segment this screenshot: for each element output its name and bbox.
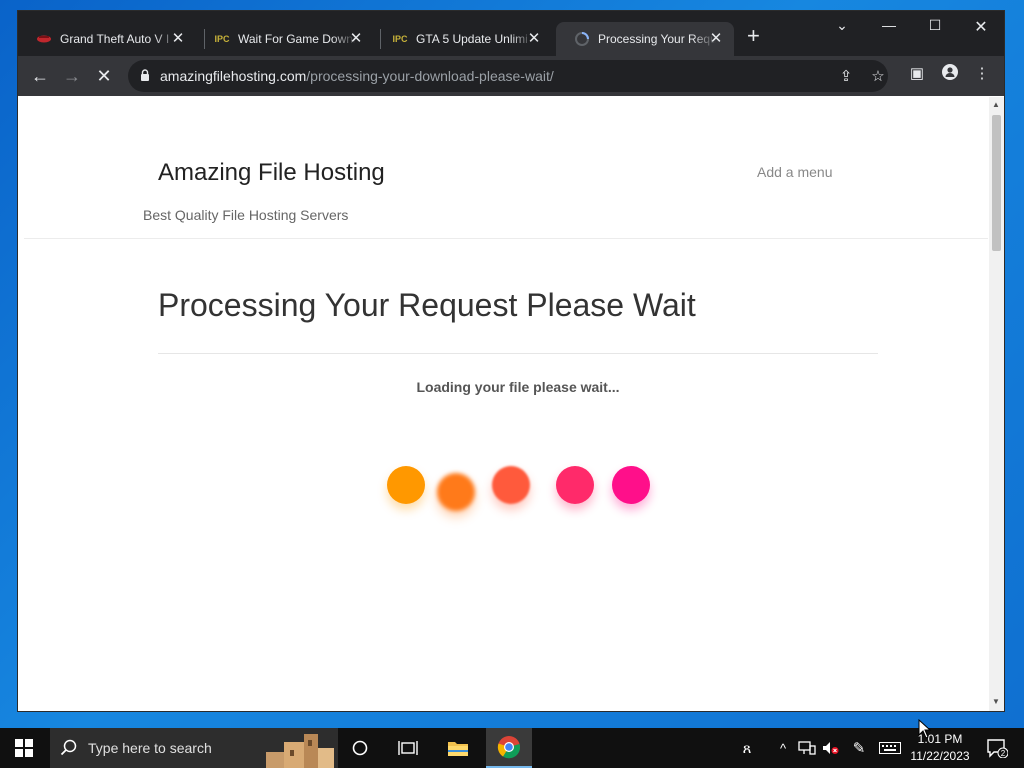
pen-workspace-icon[interactable]: ✎ [848, 728, 870, 768]
url-host: amazingfilehosting.com [160, 68, 307, 84]
maximize-button[interactable]: ☐ [912, 17, 958, 34]
profile-icon[interactable] [938, 64, 962, 84]
minimize-button[interactable]: — [866, 17, 912, 33]
forward-button[interactable]: → [60, 64, 84, 88]
site-tagline: Best Quality File Hosting Servers [143, 207, 349, 223]
chrome-taskbar-icon[interactable] [486, 728, 532, 768]
loading-dot [437, 473, 475, 511]
clock-time: 1:01 PM [917, 732, 963, 746]
gta-icon [36, 31, 52, 47]
ipc-icon: IPC [214, 34, 230, 44]
start-button[interactable] [0, 728, 48, 768]
search-placeholder: Type here to search [88, 740, 212, 756]
tab-strip: Grand Theft Auto V I ✕ IPC Wait For Game… [18, 11, 1004, 56]
task-view-icon[interactable] [390, 728, 426, 768]
loading-dot [556, 466, 594, 504]
ipc-icon: IPC [392, 34, 408, 44]
show-hidden-icons-chevron-icon[interactable]: ^ [773, 728, 793, 768]
scrollbar-thumb[interactable] [992, 115, 1001, 251]
tab-wait-for-game[interactable]: IPC Wait For Game Downl ✕ [196, 22, 374, 56]
touch-keyboard-icon[interactable] [876, 728, 904, 768]
loading-dot [612, 466, 650, 504]
back-button[interactable]: ← [28, 64, 52, 88]
side-panel-icon[interactable]: ▣ [905, 64, 929, 82]
volume-muted-icon[interactable] [820, 728, 842, 768]
lock-icon[interactable] [140, 69, 150, 81]
close-icon[interactable]: ✕ [526, 31, 542, 47]
heading-divider [158, 353, 878, 354]
cortana-icon[interactable] [342, 728, 378, 768]
tab-title: Grand Theft Auto V I [60, 32, 170, 46]
page-content: Amazing File Hosting Best Quality File H… [18, 97, 1004, 711]
tab-title: GTA 5 Update Unlimi [416, 32, 528, 46]
tab-gta-update[interactable]: IPC GTA 5 Update Unlimi ✕ [374, 22, 552, 56]
bookmark-star-icon[interactable]: ☆ [868, 67, 888, 85]
loading-text: Loading your file please wait... [416, 379, 620, 395]
url-path: /processing-your-download-please-wait/ [306, 68, 554, 84]
mouse-cursor-icon [918, 719, 932, 739]
close-icon[interactable]: ✕ [708, 31, 724, 47]
site-title[interactable]: Amazing File Hosting [158, 159, 385, 187]
tab-search-icon[interactable]: ⌄ [819, 17, 865, 34]
header-divider [24, 238, 988, 239]
close-icon[interactable]: ✕ [348, 31, 364, 47]
add-menu-link[interactable]: Add a menu [757, 164, 833, 180]
taskbar: Type here to search ጸ ^ ✎ 1:01 PM 11/22/… [0, 728, 1024, 768]
close-icon[interactable]: ✕ [170, 31, 186, 47]
scroll-up-arrow[interactable]: ▲ [992, 100, 1000, 109]
tab-title: Wait For Game Downl [238, 32, 356, 46]
menu-kebab-icon[interactable]: ⋮ [970, 64, 994, 82]
loading-dot [492, 466, 530, 504]
tab-processing[interactable]: Processing Your Requ ✕ [556, 22, 734, 56]
address-bar[interactable]: amazingfilehosting.com/processing-your-d… [128, 60, 888, 92]
url-text[interactable]: amazingfilehosting.com/processing-your-d… [160, 68, 554, 84]
notification-count: 2 [1001, 749, 1006, 758]
clock-date: 11/22/2023 [910, 749, 970, 763]
windows-logo-icon [15, 739, 33, 757]
scroll-down-arrow[interactable]: ▼ [992, 697, 1000, 706]
file-explorer-icon[interactable] [440, 728, 476, 768]
share-icon[interactable]: ⇪ [836, 67, 856, 85]
tab-gta[interactable]: Grand Theft Auto V I ✕ [18, 22, 196, 56]
system-clock[interactable]: 1:01 PM 11/22/2023 [905, 731, 975, 765]
people-icon[interactable]: ጸ [735, 728, 759, 768]
taskbar-search-box[interactable]: Type here to search [50, 728, 338, 768]
new-tab-button[interactable]: + [747, 25, 760, 47]
action-center-icon[interactable]: 2 [982, 728, 1012, 768]
loading-dot [387, 466, 425, 504]
vertical-scrollbar[interactable]: ▲ ▼ [989, 97, 1004, 711]
close-window-button[interactable]: ✕ [958, 17, 1004, 37]
page-heading: Processing Your Request Please Wait [158, 287, 696, 323]
browser-window: Grand Theft Auto V I ✕ IPC Wait For Game… [18, 11, 1004, 711]
search-highlight-illustration [266, 734, 334, 768]
browser-toolbar: ← → ✕ amazingfilehosting.com/processing-… [18, 56, 1004, 96]
stop-loading-button[interactable]: ✕ [92, 64, 116, 88]
search-icon [60, 739, 77, 756]
tab-title: Processing Your Requ [598, 32, 716, 46]
loading-spinner-icon [574, 31, 590, 47]
network-icon[interactable] [796, 728, 818, 768]
